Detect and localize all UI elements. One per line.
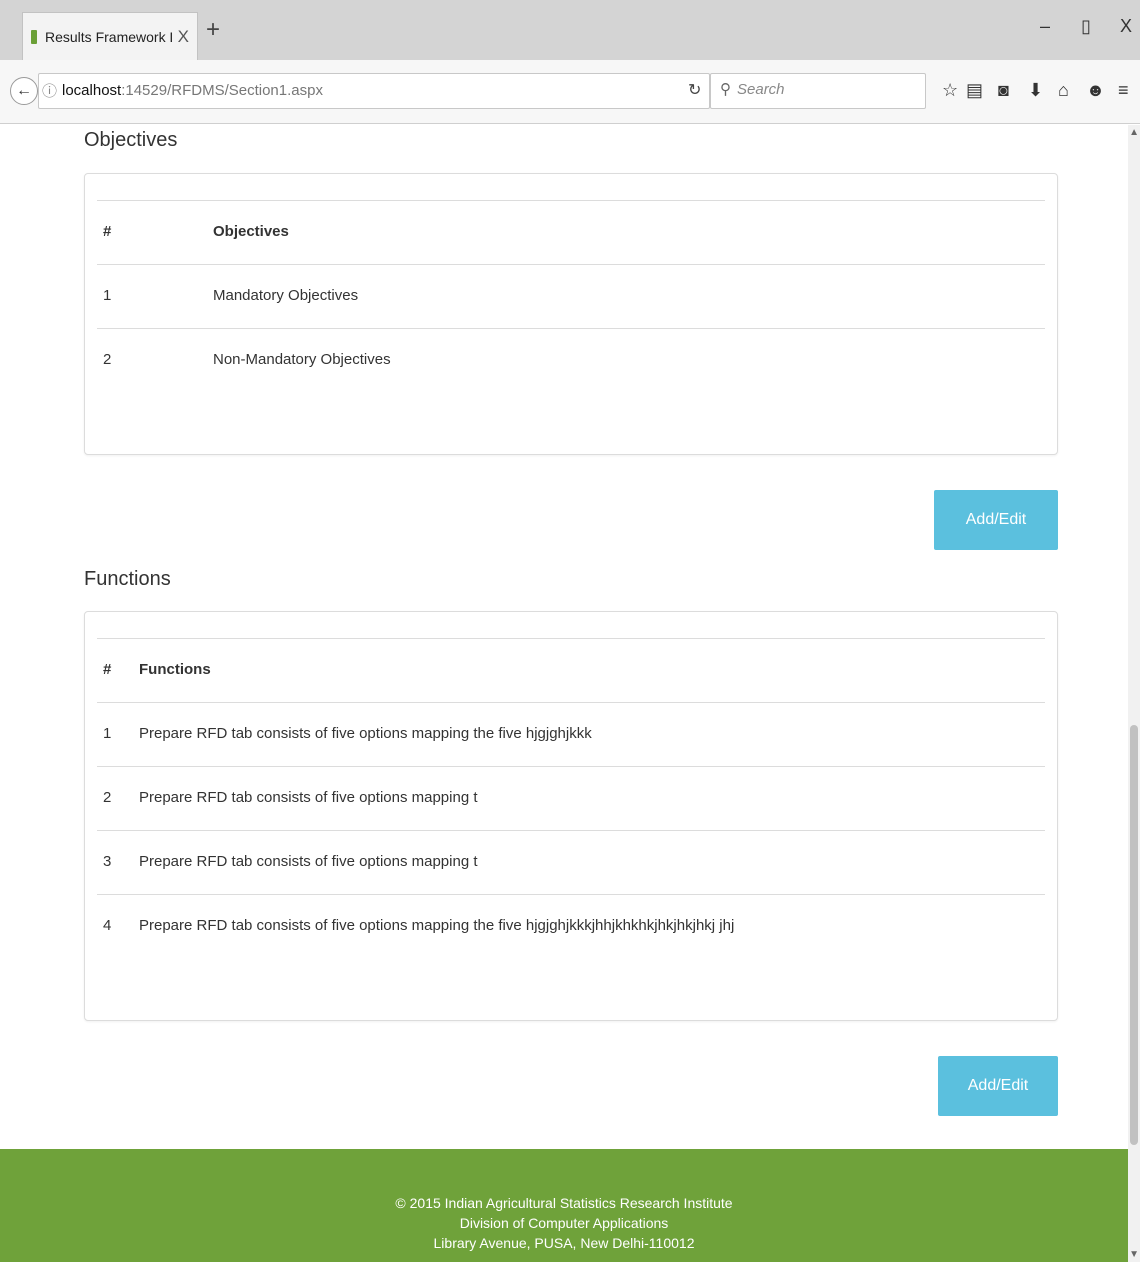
table-row: 2 Prepare RFD tab consists of five optio… bbox=[97, 767, 1045, 831]
browser-tab[interactable]: Results Framework Docu... X bbox=[22, 12, 198, 60]
row-function: Prepare RFD tab consists of five options… bbox=[139, 917, 735, 934]
column-header-functions: Functions bbox=[139, 661, 211, 678]
page-content: Objectives # Objectives 1 Mandatory Obje… bbox=[0, 125, 1128, 1262]
column-header-number: # bbox=[103, 223, 112, 240]
add-edit-objectives-button[interactable]: Add/Edit Objectives bbox=[934, 490, 1058, 588]
scroll-thumb[interactable] bbox=[1130, 725, 1138, 1145]
functions-header-row: # Functions bbox=[97, 639, 1045, 703]
add-edit-functions-button[interactable]: Add/Edit Functions bbox=[938, 1056, 1058, 1154]
url-path: :14529/RFDMS/Section1.aspx bbox=[121, 82, 323, 99]
smiley-icon[interactable]: ☻ bbox=[1086, 79, 1105, 101]
objectives-header-row: # Objectives bbox=[97, 201, 1045, 265]
row-function: Prepare RFD tab consists of five options… bbox=[139, 853, 478, 870]
row-number: 4 bbox=[103, 917, 112, 934]
row-objective: Mandatory Objectives bbox=[213, 287, 359, 304]
table-row: 1 Mandatory Objectives bbox=[97, 265, 1045, 329]
new-tab-button[interactable]: + bbox=[206, 18, 220, 42]
footer-copyright: © 2015 Indian Agricultural Statistics Re… bbox=[395, 1195, 733, 1211]
reload-icon[interactable]: ↻ bbox=[688, 80, 701, 100]
table-row: 3 Prepare RFD tab consists of five optio… bbox=[97, 831, 1045, 895]
objectives-panel: # Objectives 1 Mandatory Objectives 2 No… bbox=[84, 173, 1058, 455]
row-number: 3 bbox=[103, 853, 112, 870]
tab-title: Results Framework Docu... bbox=[45, 28, 172, 45]
row-function: Prepare RFD tab consists of five options… bbox=[139, 725, 592, 742]
row-number: 2 bbox=[103, 789, 112, 806]
functions-panel: # Functions 1 Prepare RFD tab consists o… bbox=[84, 611, 1058, 1021]
footer-division: Division of Computer Applications bbox=[459, 1215, 669, 1231]
back-arrow-icon[interactable]: ← bbox=[10, 77, 38, 105]
column-header-objectives: Objectives bbox=[213, 223, 289, 240]
close-window-button[interactable]: X bbox=[1120, 16, 1132, 36]
search-placeholder: Search bbox=[737, 81, 785, 98]
page-scrollbar[interactable]: ▲ ▼ bbox=[1128, 125, 1140, 1262]
site-info-icon[interactable]: ⓘ bbox=[42, 80, 57, 101]
row-function: Prepare RFD tab consists of five options… bbox=[139, 789, 478, 806]
row-number: 1 bbox=[103, 725, 112, 742]
page-footer: © 2015 Indian Agricultural Statistics Re… bbox=[0, 1149, 1128, 1262]
scroll-down-icon[interactable]: ▼ bbox=[1129, 1249, 1139, 1260]
menu-icon[interactable]: ≡ bbox=[1118, 79, 1129, 101]
restore-button[interactable]: ▯ bbox=[1081, 16, 1091, 36]
table-row: 2 Non-Mandatory Objectives bbox=[97, 329, 1045, 393]
minimize-button[interactable]: – bbox=[1040, 16, 1050, 36]
search-icon: ⚲ bbox=[720, 81, 731, 98]
row-number: 2 bbox=[103, 351, 112, 368]
row-number: 1 bbox=[103, 287, 112, 304]
column-header-number: # bbox=[103, 661, 112, 678]
row-objective: Non-Mandatory Objectives bbox=[213, 351, 391, 368]
navigation-bar: ← ⓘ localhost:14529/RFDMS/Section1.aspx … bbox=[0, 60, 1140, 124]
table-row: 1 Prepare RFD tab consists of five optio… bbox=[97, 703, 1045, 767]
favicon-icon bbox=[31, 29, 37, 44]
tab-bar: Results Framework Docu... X + – ▯ X bbox=[0, 0, 1140, 60]
footer-address: Library Avenue, PUSA, New Delhi-110012 bbox=[433, 1235, 695, 1251]
home-icon[interactable]: ⌂ bbox=[1058, 79, 1069, 101]
download-icon[interactable]: ⬇ bbox=[1028, 79, 1043, 101]
table-row: 4 Prepare RFD tab consists of five optio… bbox=[97, 895, 1045, 959]
reading-list-icon[interactable]: ▤ bbox=[966, 79, 983, 101]
functions-title: Functions bbox=[84, 568, 171, 590]
objectives-title: Objectives bbox=[84, 129, 178, 151]
scroll-up-icon[interactable]: ▲ bbox=[1129, 127, 1139, 138]
pocket-icon[interactable]: ◙ bbox=[998, 79, 1009, 101]
bookmark-star-icon[interactable]: ☆ bbox=[942, 79, 958, 101]
url-host: localhost bbox=[62, 82, 122, 99]
tab-close-icon[interactable]: X bbox=[178, 27, 189, 47]
url-text[interactable]: localhost:14529/RFDMS/Section1.aspx bbox=[62, 82, 323, 99]
